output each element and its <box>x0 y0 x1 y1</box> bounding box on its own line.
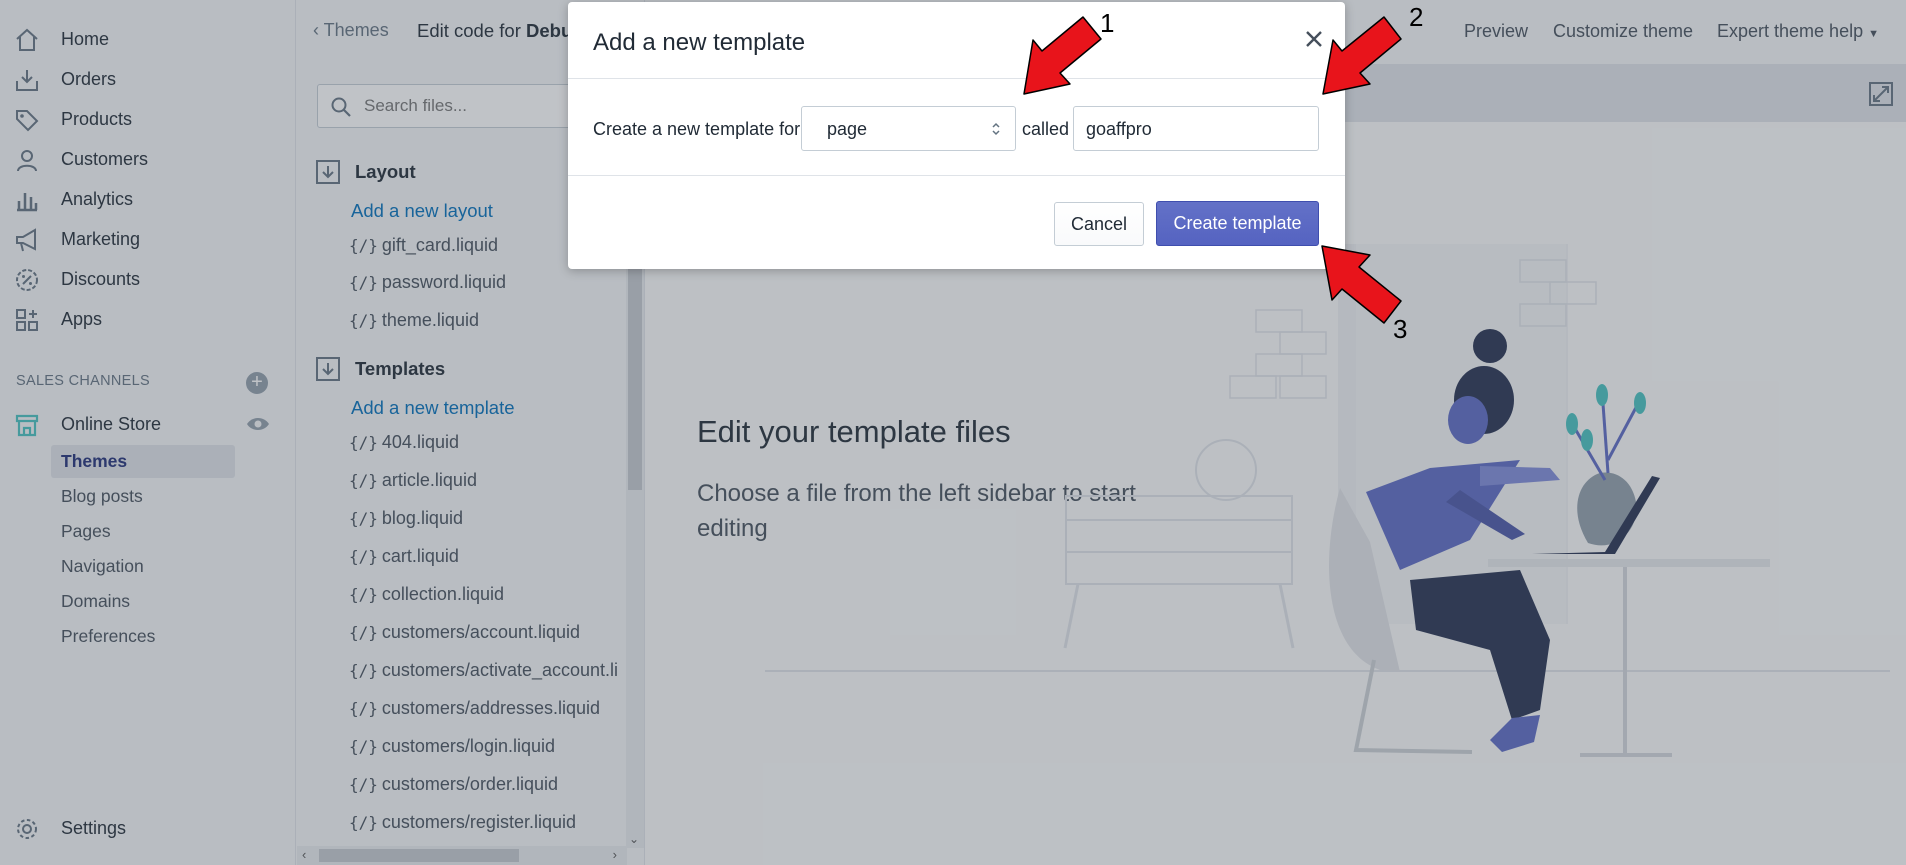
called-label: called <box>1022 119 1070 139</box>
select-arrows-icon <box>992 122 1000 136</box>
annotation-number-3: 3 <box>1393 314 1408 344</box>
template-for-label: Create a new template for <box>593 119 801 139</box>
create-template-button[interactable]: Create template <box>1156 201 1319 246</box>
input-value: goaffpro <box>1086 119 1152 139</box>
modal-body: Create a new template for page called go… <box>568 80 1345 176</box>
add-template-modal: Add a new template Create a new template… <box>568 2 1345 269</box>
close-icon[interactable] <box>1299 24 1329 54</box>
template-name-input[interactable]: goaffpro <box>1073 106 1319 151</box>
annotation-number-1: 1 <box>1100 8 1115 38</box>
select-value: page <box>827 119 868 139</box>
modal-header: Add a new template <box>568 2 1345 79</box>
annotation-number-2: 2 <box>1409 2 1424 32</box>
template-type-select[interactable]: page <box>801 106 1016 151</box>
modal-title: Add a new template <box>593 29 806 56</box>
cancel-button[interactable]: Cancel <box>1054 202 1144 246</box>
